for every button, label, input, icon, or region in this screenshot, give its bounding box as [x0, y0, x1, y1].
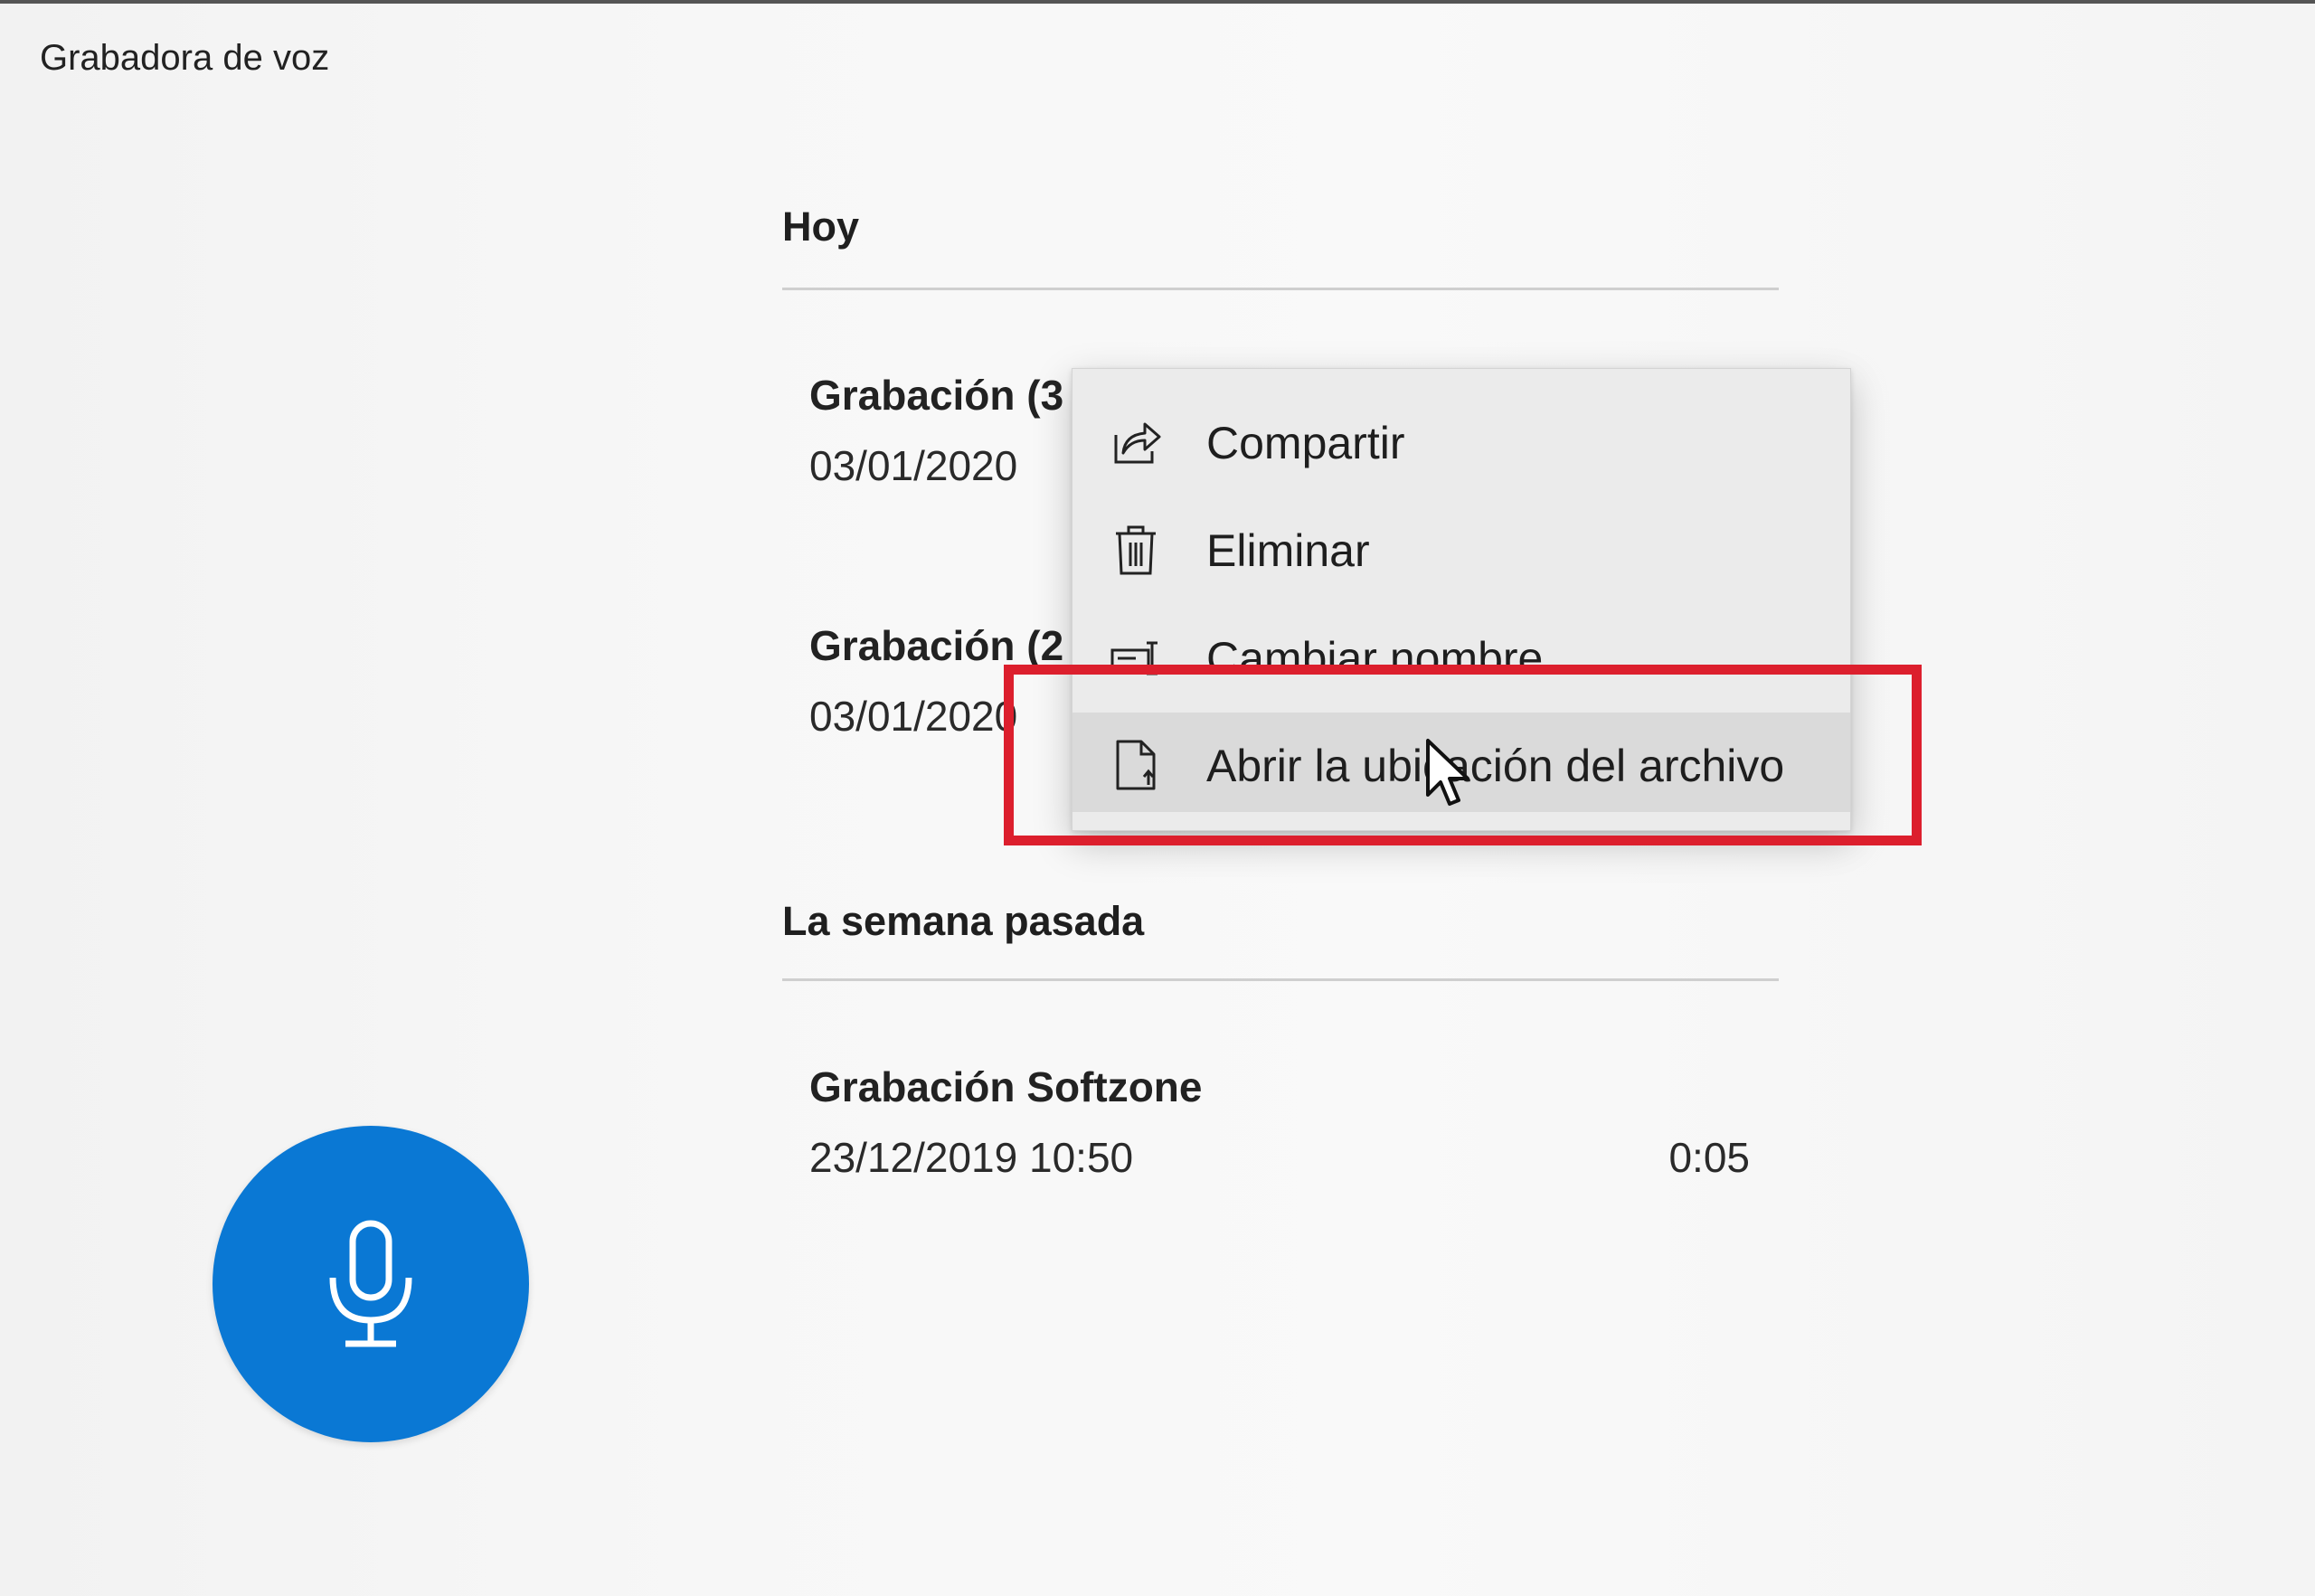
menu-item-label: Eliminar — [1206, 525, 1370, 576]
window-top-border — [0, 0, 2315, 4]
recording-date: 03/01/2020 — [809, 442, 1018, 489]
section-divider — [782, 978, 1779, 981]
mouse-cursor-icon — [1426, 739, 1469, 806]
record-button[interactable] — [213, 1126, 529, 1442]
app-title: Grabadora de voz — [40, 38, 330, 78]
recording-name: Grabación (3 — [809, 372, 1064, 419]
menu-item-label: Compartir — [1206, 418, 1405, 468]
trash-icon — [1116, 525, 1156, 575]
recording-duration: 0:05 — [1668, 1134, 1750, 1181]
microphone-icon — [329, 1220, 412, 1347]
recording-date: 03/01/2020 — [809, 693, 1018, 740]
recording-date: 23/12/2019 10:50 — [809, 1134, 1134, 1181]
section-header-today: Hoy — [782, 203, 860, 250]
share-icon — [1114, 422, 1161, 464]
recording-item[interactable]: Grabación Softzone 23/12/2019 10:50 0:05 — [809, 1062, 1759, 1207]
section-divider — [782, 288, 1779, 290]
recording-name: Grabación Softzone — [809, 1063, 1203, 1110]
section-header-last-week: La semana pasada — [782, 898, 1145, 944]
recording-name: Grabación (2 — [809, 622, 1064, 669]
menu-item-share[interactable]: Compartir — [1072, 390, 1850, 489]
menu-item-delete[interactable]: Eliminar — [1072, 497, 1850, 597]
